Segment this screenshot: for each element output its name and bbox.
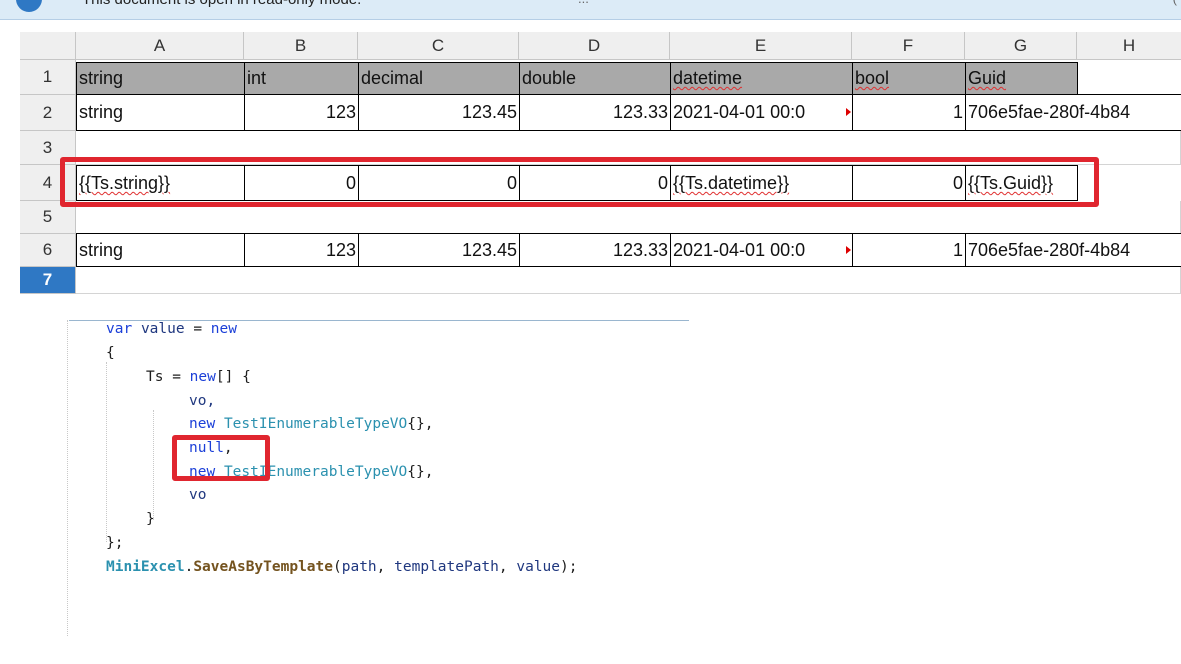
row-header-6[interactable]: 6 (20, 234, 76, 267)
code-l3-new: new (189, 369, 216, 385)
code-line-9: } (146, 511, 155, 527)
cell-b1[interactable]: int (244, 62, 359, 95)
empty-row-7[interactable] (76, 267, 1181, 294)
code-l3-name: Ts (146, 369, 164, 385)
code-line-5: new TestIEnumerableTypeVO{}, (189, 413, 433, 435)
code-l1-kw: var (106, 321, 133, 337)
cell-d1[interactable]: double (519, 62, 671, 95)
code-snippet: var value = new { Ts = new[] { vo, new T… (0, 316, 700, 636)
column-header-g[interactable]: G (965, 32, 1077, 60)
cell-b2[interactable]: 123 (244, 94, 359, 131)
code-line-3: Ts = new[] { (146, 366, 251, 388)
indent-guide (106, 362, 107, 542)
cell-c6[interactable]: 123.45 (358, 233, 520, 267)
code-l7-rest: {}, (407, 464, 434, 480)
column-header-f[interactable]: F (852, 32, 965, 60)
code-l1-name: value (140, 321, 185, 337)
column-header-a[interactable]: A (76, 32, 244, 60)
cell-d6[interactable]: 123.33 (519, 233, 671, 267)
cell-g6[interactable]: 706e5fae-280f-4b84 (965, 233, 1181, 267)
column-header-c[interactable]: C (358, 32, 519, 60)
code-line-10: }; (106, 535, 124, 551)
code-l5-rest: {}, (407, 416, 434, 432)
code-l11-method: SaveAsByTemplate (193, 559, 333, 575)
column-header-e[interactable]: E (670, 32, 852, 60)
overflow-arrow-icon (846, 108, 851, 116)
cell-f2[interactable]: 1 (852, 94, 966, 131)
cell-e1-text: datetime (673, 68, 743, 88)
code-line-2: { (106, 345, 115, 361)
spreadsheet-grid: A B C D E F G H 1 2 3 4 5 6 7 string int… (0, 0, 1181, 294)
code-l1-eq: = (184, 321, 211, 337)
code-l11-dot: . (184, 559, 194, 575)
code-l11-arg2: templatePath (394, 559, 499, 575)
code-line-4: vo, (189, 390, 215, 412)
code-l4-text: vo, (189, 393, 216, 409)
code-l11-open: ( (333, 559, 342, 575)
cell-c1[interactable]: decimal (358, 62, 520, 95)
code-l11-arg1: path (341, 559, 377, 575)
cell-g1-text: Guid (968, 68, 1007, 88)
code-l11-close: ); (560, 559, 578, 575)
cell-f1-text: bool (855, 68, 890, 88)
indent-guide (67, 320, 68, 636)
code-l11-sep2: , (498, 559, 517, 575)
code-line-8: vo (189, 484, 206, 506)
template-row-highlight (60, 157, 1099, 207)
cell-b6[interactable]: 123 (244, 233, 359, 267)
code-l3-eq: = (163, 369, 190, 385)
cell-g2[interactable]: 706e5fae-280f-4b84 (965, 94, 1181, 131)
row-header-2[interactable]: 2 (20, 95, 76, 131)
null-entry-highlight (172, 435, 270, 481)
code-l11-class: MiniExcel (106, 559, 185, 575)
cell-e2[interactable]: 2021-04-01 00:0 (670, 94, 853, 131)
cell-e6[interactable]: 2021-04-01 00:0 (670, 233, 853, 267)
code-l8-text: vo (189, 487, 207, 503)
code-l11-sep1: , (376, 559, 395, 575)
cell-a2[interactable]: string (76, 94, 245, 131)
code-l1-new: new (210, 321, 237, 337)
cell-a6[interactable]: string (76, 233, 245, 267)
select-all-corner[interactable] (20, 32, 76, 60)
indent-guide (153, 410, 154, 520)
code-l11-arg3: value (516, 559, 561, 575)
cell-f6[interactable]: 1 (852, 233, 966, 267)
cell-f1[interactable]: bool (852, 62, 966, 95)
cell-e1[interactable]: datetime (670, 62, 853, 95)
overflow-arrow-icon (846, 246, 851, 254)
row-header-1[interactable]: 1 (20, 60, 76, 95)
code-l3-rest: [] { (215, 369, 251, 385)
code-line-1: var value = new (106, 318, 237, 340)
cell-d2[interactable]: 123.33 (519, 94, 671, 131)
code-l5-new: new (189, 416, 216, 432)
cell-c2[interactable]: 123.45 (358, 94, 520, 131)
cell-g1[interactable]: Guid (965, 62, 1078, 95)
cell-a1[interactable]: string (76, 62, 245, 95)
column-header-d[interactable]: D (519, 32, 670, 60)
column-header-b[interactable]: B (244, 32, 358, 60)
code-line-11: MiniExcel.SaveAsByTemplate(path, templat… (106, 556, 577, 578)
row-header-7[interactable]: 7 (20, 267, 76, 294)
code-l5-type: TestIEnumerableTypeVO (223, 416, 408, 432)
column-header-h[interactable]: H (1077, 32, 1181, 60)
